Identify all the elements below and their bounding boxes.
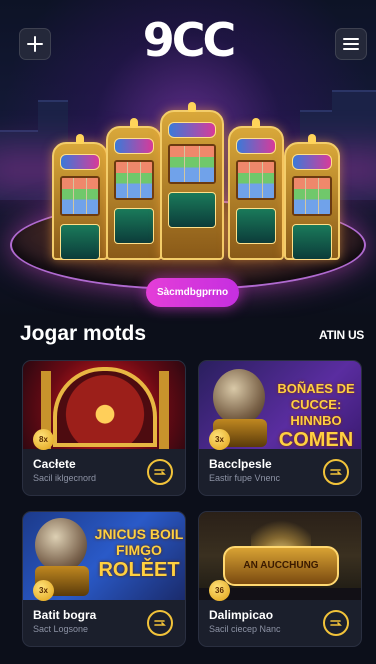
game-subtitle: Eastir fupe Vnenc	[209, 473, 281, 483]
game-title: Cacłete	[33, 457, 76, 471]
brand-logo[interactable]: 9CC	[0, 14, 376, 66]
thumbnail-art-text: AN AUCCHUNG	[223, 546, 339, 586]
arrow-right-icon	[154, 469, 166, 475]
menu-button[interactable]	[335, 28, 367, 60]
slot-machine-center	[160, 102, 224, 260]
section-title: Jogar motds	[20, 322, 147, 345]
game-title: Batit bogra	[33, 608, 97, 622]
play-button[interactable]	[323, 610, 349, 636]
arrow-right-icon	[330, 469, 342, 475]
slot-machine	[284, 134, 340, 260]
thumbnail-art-text: COMEN	[278, 429, 354, 449]
multiplier-badge: 3x	[33, 580, 54, 601]
game-card[interactable]: AN AUCCHUNG 36 Dalimpicao Sacil ciecep N…	[198, 511, 362, 647]
game-subtitle: Sacil ciecep Nanc	[209, 624, 281, 634]
game-card[interactable]: 8x Cacłete Sacil iklgecnord	[22, 360, 186, 496]
slot-machine	[228, 118, 284, 260]
play-button[interactable]	[323, 459, 349, 485]
thumbnail-art-text: JNICUS BOIL FIMGO	[94, 526, 184, 558]
game-card[interactable]: BOÑAES DE CUCCE: HINNBO COMEN 3x Bacclpes…	[198, 360, 362, 496]
play-button[interactable]	[147, 610, 173, 636]
thumbnail-art-text: ROLĚET	[98, 559, 180, 581]
game-title: Bacclpesle	[209, 457, 272, 471]
play-button[interactable]	[147, 459, 173, 485]
multiplier-badge: 8x	[33, 429, 54, 450]
game-subtitle: Sact Logsone	[33, 624, 89, 634]
arrow-right-icon	[154, 620, 166, 626]
slot-machine	[52, 134, 108, 260]
thumbnail-art-text: BOÑAES DE CUCCE: HINNBO	[277, 381, 355, 428]
arrow-right-icon	[330, 620, 342, 626]
game-title: Dalimpicao	[209, 608, 274, 622]
hamburger-menu-icon	[343, 38, 359, 50]
hero-cta-button[interactable]: Sàcmdbgprrno	[146, 278, 239, 307]
slot-machines-group	[0, 100, 376, 260]
multiplier-badge: 36	[209, 580, 230, 601]
game-subtitle: Sacil iklgecnord	[33, 473, 97, 483]
game-card[interactable]: JNICUS BOIL FIMGO ROLĚET 3x Batit bogra S…	[22, 511, 186, 647]
multiplier-badge: 3x	[209, 429, 230, 450]
slot-machine	[106, 118, 162, 260]
see-all-link[interactable]: ATIN US	[319, 327, 364, 343]
